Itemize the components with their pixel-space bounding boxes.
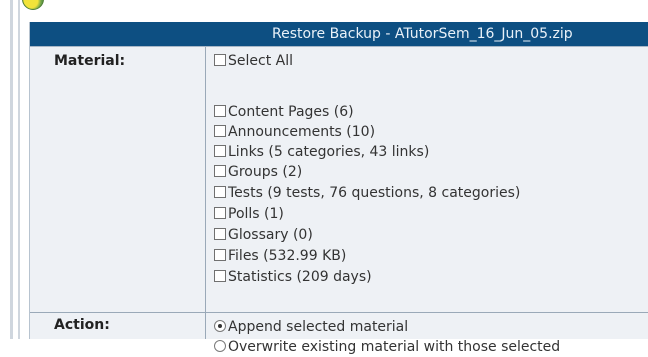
material-option[interactable]: Groups (2) — [214, 162, 302, 182]
overwrite-radio[interactable] — [214, 340, 226, 352]
material-checkbox[interactable] — [214, 125, 226, 137]
column-divider — [205, 313, 206, 339]
help-icon[interactable] — [22, 0, 44, 10]
material-checkbox[interactable] — [214, 249, 226, 261]
material-option[interactable]: Glossary (0) — [214, 225, 313, 245]
material-option[interactable]: Polls (1) — [214, 204, 284, 224]
form-title: Restore Backup - ATutorSem_16_Jun_05.zip — [272, 26, 573, 42]
material-option-label: Glossary (0) — [228, 227, 313, 243]
material-option-label: Files (532.99 KB) — [228, 248, 347, 264]
material-option-label: Links (5 categories, 43 links) — [228, 144, 430, 160]
overwrite-label: Overwrite existing material with those s… — [228, 339, 561, 355]
material-option[interactable]: Announcements (10) — [214, 122, 375, 142]
material-checkbox[interactable] — [214, 207, 226, 219]
action-option-append[interactable]: Append selected material — [214, 317, 408, 337]
material-option[interactable]: Tests (9 tests, 76 questions, 8 categori… — [214, 183, 520, 203]
material-checkbox[interactable] — [214, 270, 226, 282]
material-option-label: Statistics (209 days) — [228, 269, 372, 285]
material-checkbox[interactable] — [214, 165, 226, 177]
material-option-label: Groups (2) — [228, 164, 303, 180]
material-checkbox[interactable] — [214, 145, 226, 157]
page-border-inner — [18, 0, 20, 339]
select-all-checkbox[interactable] — [214, 54, 226, 66]
action-label: Action: — [54, 317, 110, 333]
material-checkbox[interactable] — [214, 228, 226, 240]
append-radio[interactable] — [214, 320, 226, 332]
append-label: Append selected material — [228, 319, 409, 335]
material-option-label: Tests (9 tests, 76 questions, 8 categori… — [228, 185, 521, 201]
material-checkbox[interactable] — [214, 105, 226, 117]
restore-backup-form: Restore Backup - ATutorSem_16_Jun_05.zip… — [29, 22, 648, 355]
action-row: Action: Append selected material Overwri… — [30, 313, 648, 355]
column-divider — [205, 47, 206, 312]
form-title-bar: Restore Backup - ATutorSem_16_Jun_05.zip — [30, 22, 648, 47]
material-option-label: Content Pages (6) — [228, 104, 354, 120]
material-checkbox[interactable] — [214, 186, 226, 198]
material-row: Material: Select All Content Pages (6) A… — [30, 47, 648, 313]
page-border — [10, 0, 13, 339]
material-option[interactable]: Statistics (209 days) — [214, 267, 372, 287]
select-all-option[interactable]: Select All — [214, 51, 293, 71]
material-option[interactable]: Links (5 categories, 43 links) — [214, 142, 429, 162]
material-option[interactable]: Content Pages (6) — [214, 102, 354, 122]
select-all-label: Select All — [228, 53, 293, 69]
material-label: Material: — [54, 53, 126, 69]
material-option-label: Polls (1) — [228, 206, 284, 222]
material-option-label: Announcements (10) — [228, 124, 376, 140]
action-option-overwrite[interactable]: Overwrite existing material with those s… — [214, 337, 560, 357]
material-option[interactable]: Files (532.99 KB) — [214, 246, 346, 266]
